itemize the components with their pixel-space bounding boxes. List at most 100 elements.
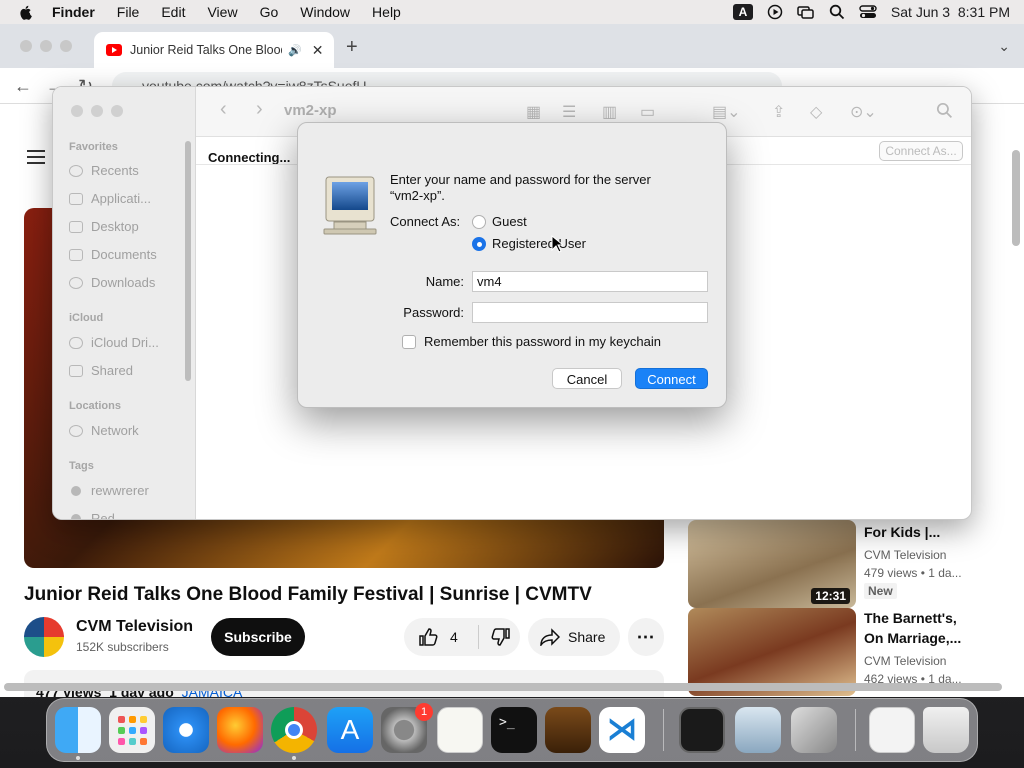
apple-menu-icon[interactable]	[18, 4, 34, 20]
menu-view[interactable]: View	[207, 4, 237, 20]
sidebar-item-label: Applicati...	[91, 191, 151, 206]
chrome-icon[interactable]	[271, 707, 317, 753]
forward-chevron-icon[interactable]: ›	[256, 98, 263, 121]
radio-guest-indicator[interactable]	[472, 214, 486, 229]
activity-monitor-icon[interactable]	[679, 707, 725, 753]
window-zoom-button[interactable]	[60, 40, 72, 52]
channel-name[interactable]: CVM Television	[76, 618, 193, 636]
firefox-icon[interactable]	[217, 707, 263, 753]
share-icon[interactable]: ⇪	[772, 102, 785, 122]
sidebar-item-documents[interactable]: Documents	[69, 247, 157, 262]
launchpad-icon[interactable]	[109, 707, 155, 753]
server-login-dialog: Enter your name and password for the ser…	[297, 122, 727, 408]
menu-go[interactable]: Go	[260, 4, 279, 20]
sidebar-item-icloud-drive[interactable]: iCloud Dri...	[69, 335, 159, 350]
search-icon[interactable]	[936, 102, 953, 124]
sidebar-item-shared[interactable]: Shared	[69, 363, 133, 378]
sidebar-item-label: rewwrerer	[91, 483, 149, 498]
tab-search-chevron-icon[interactable]: ⌄	[998, 38, 1010, 55]
clock-datetime[interactable]: Sat Jun 3 8:31 PM	[891, 4, 1010, 20]
vscode-icon[interactable]: ⋊	[599, 707, 645, 753]
related-channel-1: CVM Television	[864, 548, 947, 562]
sidebar-item-downloads[interactable]: Downloads	[69, 275, 155, 290]
connecting-status: Connecting...	[208, 150, 291, 165]
radio-registered-indicator[interactable]	[472, 236, 486, 251]
finder-window-title: vm2-xp	[284, 102, 337, 119]
horizontal-scrollbar[interactable]	[4, 683, 1002, 691]
textedit-icon[interactable]	[437, 707, 483, 753]
sidebar-scrollbar[interactable]	[185, 141, 191, 381]
browser-tab-active[interactable]: Junior Reid Talks One Blood Family Festi…	[94, 32, 334, 68]
window-minimize-button[interactable]	[40, 40, 52, 52]
finder-icon[interactable]	[55, 707, 101, 753]
sidebar-item-applications[interactable]: Applicati...	[69, 191, 151, 206]
thumbs-up-icon[interactable]	[418, 627, 438, 647]
gallery-view-icon[interactable]: ▭	[640, 102, 655, 122]
tab-close-icon[interactable]: ✕	[312, 42, 324, 59]
finder-close-button[interactable]	[71, 105, 83, 117]
menu-help[interactable]: Help	[372, 4, 401, 20]
sidebar-item-network[interactable]: Network	[69, 423, 139, 438]
garageband-icon[interactable]	[545, 707, 591, 753]
screen-mirroring-icon[interactable]	[797, 4, 815, 20]
action-menu-icon[interactable]: ⊙⌄	[850, 102, 877, 122]
related-title-2[interactable]: The Barnett's, On Marriage,...	[864, 608, 974, 648]
sidebar-item-tag-red[interactable]: Red	[69, 511, 115, 519]
thumbs-down-icon[interactable]	[491, 627, 511, 647]
related-title-1[interactable]: For Kids |...	[864, 522, 940, 542]
window-close-button[interactable]	[20, 40, 32, 52]
input-source-label: A	[732, 4, 753, 20]
connect-button[interactable]: Connect	[635, 368, 708, 389]
subscribe-button[interactable]: Subscribe	[211, 618, 305, 656]
finder-zoom-button[interactable]	[111, 105, 123, 117]
sidebar-item-label: Documents	[91, 247, 157, 262]
back-icon[interactable]: ←	[14, 76, 32, 97]
sidebar-item-tag-rewwrerer[interactable]: rewwrerer	[69, 483, 149, 498]
menu-app-name[interactable]: Finder	[52, 4, 95, 20]
running-indicator	[76, 756, 80, 760]
back-chevron-icon[interactable]: ‹	[220, 98, 227, 121]
spotlight-search-icon[interactable]	[829, 4, 845, 20]
connect-as-button[interactable]: Connect As...	[879, 141, 963, 161]
terminal-icon[interactable]: >_	[491, 707, 537, 753]
more-actions-icon[interactable]: ⋯	[628, 618, 664, 656]
checkbox-box[interactable]	[402, 334, 416, 349]
share-button[interactable]: Share	[528, 618, 620, 656]
remember-password-checkbox[interactable]: Remember this password in my keychain	[402, 334, 661, 349]
name-field[interactable]	[472, 271, 708, 292]
related-thumbnail-1[interactable]: 12:31	[688, 520, 856, 608]
trash-icon[interactable]	[923, 707, 969, 753]
tab-audio-icon[interactable]: 🔊	[288, 44, 302, 57]
radio-guest[interactable]: Guest	[472, 214, 527, 229]
menu-file[interactable]: File	[117, 4, 140, 20]
new-tab-button[interactable]: +	[346, 36, 358, 59]
group-by-icon[interactable]: ▤⌄	[712, 102, 741, 122]
youtube-menu-icon[interactable]	[27, 150, 45, 164]
control-center-icon[interactable]	[859, 4, 877, 20]
preview-icon[interactable]	[735, 707, 781, 753]
downloads-stack-icon[interactable]	[869, 707, 915, 753]
sidebar-item-recents[interactable]: Recents	[69, 163, 139, 178]
menu-edit[interactable]: Edit	[161, 4, 185, 20]
list-view-icon[interactable]: ☰	[562, 102, 576, 122]
cancel-button[interactable]: Cancel	[552, 368, 622, 389]
video-title: Junior Reid Talks One Blood Family Festi…	[24, 584, 592, 605]
sidebar-item-desktop[interactable]: Desktop	[69, 219, 139, 234]
vertical-scrollbar[interactable]	[1012, 150, 1020, 246]
radio-registered-label: Registered User	[492, 236, 586, 251]
migration-assistant-icon[interactable]	[791, 707, 837, 753]
icon-view-icon[interactable]: ▦	[526, 102, 541, 122]
channel-avatar[interactable]	[24, 617, 64, 657]
tag-icon[interactable]: ◇	[810, 102, 822, 122]
password-field[interactable]	[472, 302, 708, 323]
input-source-icon[interactable]: A	[732, 4, 753, 20]
like-dislike-group: 4	[404, 618, 520, 656]
now-playing-icon[interactable]	[767, 4, 783, 20]
column-view-icon[interactable]: ▥	[602, 102, 617, 122]
radio-registered-user[interactable]: Registered User	[472, 236, 586, 251]
finder-minimize-button[interactable]	[91, 105, 103, 117]
safari-icon[interactable]	[163, 707, 209, 753]
menu-window[interactable]: Window	[300, 4, 350, 20]
app-store-icon[interactable]: A	[327, 707, 373, 753]
tab-title: Junior Reid Talks One Blood Family Festi…	[130, 43, 282, 57]
